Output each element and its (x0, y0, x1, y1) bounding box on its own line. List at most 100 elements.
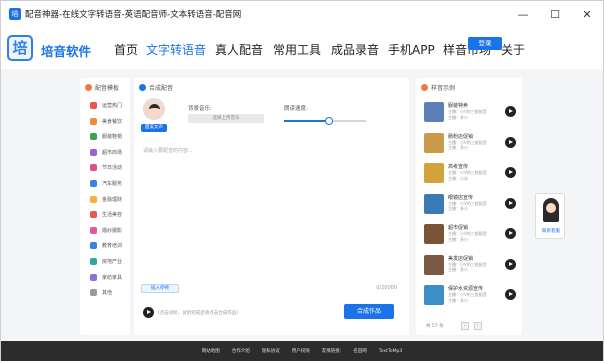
synthesis-panel-header: 合成配音 (139, 83, 173, 92)
customer-service-widget[interactable]: 联系客服 (535, 193, 565, 239)
template-item[interactable]: 超市商场 (90, 148, 122, 156)
footer-link[interactable]: 隐私协议 (262, 348, 280, 354)
template-item[interactable]: 美食餐饮 (90, 117, 123, 125)
template-category-icon (90, 117, 97, 125)
speed-slider[interactable] (284, 117, 366, 125)
maximize-button[interactable]: ☐ (539, 1, 571, 27)
template-item-label: 汽车服务 (102, 181, 123, 187)
nav-tools[interactable]: 常用工具 (273, 41, 321, 58)
speed-slider-fill (284, 120, 330, 122)
sample-play-icon[interactable] (505, 167, 516, 178)
nav-recordings[interactable]: 成品录音 (331, 41, 379, 58)
sample-meta: 主播：小V的三根配音 主播：小米 (448, 170, 487, 181)
synthesize-button[interactable]: 合成作品 (344, 304, 394, 319)
template-item[interactable]: 生活美容 (90, 211, 123, 219)
template-item-label: 服装鞋帽 (102, 134, 123, 141)
service-label[interactable]: 联系客服 (536, 228, 566, 234)
nav-human-dubbing[interactable]: 真人配音 (215, 41, 263, 58)
logo-icon[interactable]: 培 (7, 35, 33, 61)
service-agent-avatar (543, 198, 559, 222)
template-item[interactable]: 教育培训 (90, 242, 122, 250)
sample-thumbnail (424, 163, 444, 183)
template-item[interactable]: 运营热门 (90, 102, 122, 109)
sample-meta-line: 主播：小V的三根配音 (448, 170, 487, 175)
sample-title: 眼镜店宣传 (448, 194, 474, 201)
template-item[interactable]: 节日活动 (90, 164, 123, 172)
template-item[interactable]: 服装鞋帽 (90, 133, 123, 141)
template-item-label: 家纺家具 (102, 274, 123, 281)
prev-page-button[interactable]: ‹ (460, 322, 469, 330)
template-item-label: 房地产业 (102, 259, 123, 265)
sample-meta-line: 主播：小V的三根配音 (448, 292, 487, 297)
template-panel-header: 配音模板 (85, 83, 119, 92)
template-item-label: 金融理财 (102, 196, 123, 203)
template-item-label: 节日活动 (102, 165, 123, 172)
sample-meta-line: 主播：小V的三根配音 (448, 231, 487, 236)
sample-item[interactable]: 美发店促销 主播：小V的三根配音 主播：多小 (424, 253, 518, 277)
footer-link[interactable]: 用户权限 (292, 348, 310, 354)
nav-text-to-speech[interactable]: 文字转语音 (146, 41, 206, 58)
template-category-icon (90, 180, 97, 187)
sample-meta: 主播：小V的三根配音 主播：多小 (448, 109, 487, 120)
sample-meta-line: 主播：多小 (448, 206, 468, 211)
window-controls: — ☐ ✕ (507, 1, 603, 27)
sample-thumbnail (424, 254, 444, 275)
sample-play-icon[interactable] (505, 289, 516, 300)
sample-play-icon[interactable] (505, 136, 516, 148)
login-button[interactable]: 登录 (468, 37, 502, 50)
template-category-icon (90, 164, 97, 172)
template-item[interactable]: 汽车服务 (90, 180, 122, 187)
voice-name-badge[interactable]: 甜美女声 (141, 124, 167, 132)
nav-mobile-app[interactable]: 手机APP (388, 41, 435, 58)
template-item-label: 美食餐饮 (102, 118, 123, 125)
close-button[interactable]: ✕ (571, 1, 603, 27)
footer: 网站地图 合作介绍 隐私协议 用户权限 友情链接: 名田网 TextToMp3 (1, 341, 603, 361)
sample-thumbnail (424, 193, 444, 214)
samples-icon (421, 84, 428, 91)
nav-home[interactable]: 首页 (114, 41, 138, 58)
sample-thumbnail (424, 132, 444, 153)
sample-play-icon[interactable] (505, 258, 516, 270)
sample-item[interactable]: 高考宣传 主播：小V的三根配音 主播：小米 (424, 161, 518, 185)
sample-item[interactable]: 超市促销 主播：小V的三根配音 主播：多小 (424, 222, 518, 246)
sample-play-icon[interactable] (505, 197, 516, 209)
template-panel-title: 配音模板 (95, 85, 120, 92)
footer-link[interactable]: 网站地图 (202, 348, 220, 354)
sample-play-icon[interactable] (505, 228, 516, 239)
sample-play-icon[interactable] (505, 106, 516, 117)
text-input-placeholder[interactable]: 请输入要配音的内容... (143, 147, 193, 154)
sample-item[interactable]: 保护水资源宣传 主播：小V的三根配音 主播：多小 (424, 283, 518, 307)
template-panel: 配音模板 运营热门美食餐饮服装鞋帽超市商场节日活动汽车服务金融理财生活美容婚纱摄… (80, 78, 130, 335)
footer-link[interactable]: 合作介绍 (232, 348, 250, 354)
upload-music-button[interactable]: 选择上传音乐 (188, 114, 264, 123)
avatar-face (148, 103, 160, 115)
insert-pause-button[interactable]: 插入停顿 (141, 284, 179, 293)
speed-slider-handle[interactable] (325, 117, 334, 125)
template-item-label: 生活美容 (102, 212, 123, 219)
sample-meta: 主播：小V的三根配音 主播：多小 (448, 262, 487, 273)
synthesis-icon (139, 84, 146, 91)
main-content: 配音模板 运营热门美食餐饮服装鞋帽超市商场节日活动汽车服务金融理财生活美容婚纱摄… (1, 69, 603, 341)
voice-avatar[interactable] (143, 98, 165, 120)
template-item[interactable]: 家纺家具 (90, 273, 123, 281)
minimize-button[interactable]: — (507, 1, 539, 27)
template-item[interactable]: 房地产业 (90, 258, 122, 265)
next-page-button[interactable]: › (473, 322, 482, 330)
preview-play-icon[interactable] (143, 307, 154, 318)
samples-panel: 样音示例 服装特卖 主播：小V的三根配音 主播：多小 肠粉店促销 主播：小V的三根配音主… (416, 78, 522, 335)
preview-hint: (点击试听，试听完成后请点击合成作品) (158, 311, 239, 316)
sample-item[interactable]: 服装特卖 主播：小V的三根配音 主播：多小 (424, 100, 518, 124)
template-item[interactable]: 金融理财 (90, 195, 123, 203)
template-item[interactable]: 其他 (90, 289, 112, 297)
footer-link[interactable]: 友情链接: (322, 348, 342, 354)
logo-text[interactable]: 培音软件 (41, 41, 91, 60)
sample-meta-line: 主播：多小 (448, 267, 468, 272)
sample-item[interactable]: 肠粉店促销 主播：小V的三根配音 主播：多小 (424, 131, 518, 155)
footer-link[interactable]: 名田网 (353, 348, 367, 354)
sample-item[interactable]: 眼镜店宣传 主播：小V的三根配音 主播：多小 (424, 192, 518, 216)
template-category-icon (90, 289, 97, 297)
pagination: 共 57 条 ‹ › (426, 322, 482, 330)
nav-about[interactable]: 关于 (501, 41, 525, 58)
template-item[interactable]: 婚纱摄影 (90, 226, 122, 234)
footer-link[interactable]: TextToMp3 (379, 349, 402, 354)
